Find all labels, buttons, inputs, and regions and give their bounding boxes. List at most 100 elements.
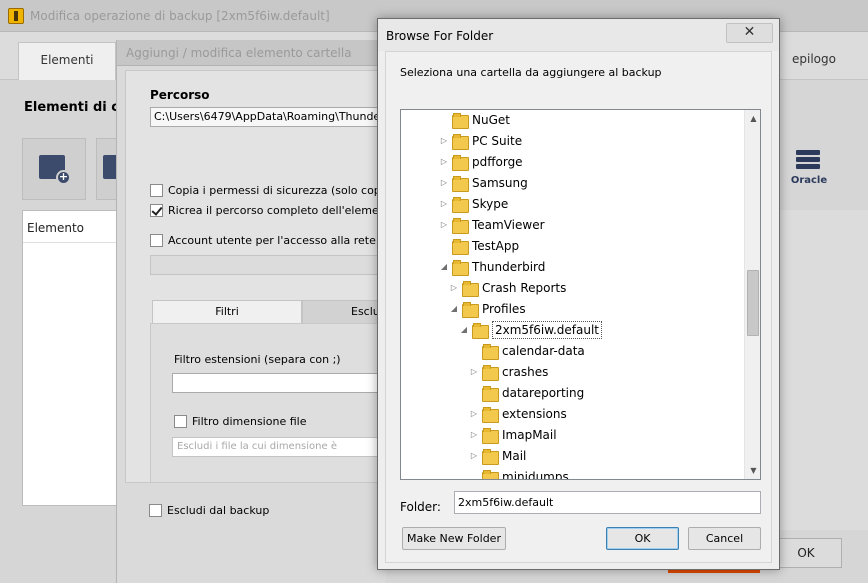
- folder-icon: [472, 323, 489, 339]
- expand-arrow-icon[interactable]: ▷: [469, 451, 479, 461]
- tree-item[interactable]: ▷ Skype: [401, 194, 744, 215]
- add-folder-button[interactable]: +: [22, 138, 86, 200]
- network-account-row[interactable]: Account utente per l'accesso alla rete: [150, 234, 376, 252]
- tree-item[interactable]: ▷ extensions: [401, 404, 744, 425]
- tree-item-label: calendar-data: [502, 344, 585, 358]
- tree-item-label: Mail: [502, 449, 527, 463]
- folder-icon: [452, 155, 469, 171]
- expand-arrow-icon[interactable]: ▷: [469, 409, 479, 419]
- tree-item[interactable]: ▷ TeamViewer: [401, 215, 744, 236]
- folder-icon: [482, 407, 499, 423]
- folder-icon: [482, 470, 499, 479]
- expand-arrow-icon[interactable]: ▷: [439, 157, 449, 167]
- tree-item[interactable]: minidumps: [401, 467, 744, 479]
- path-input[interactable]: C:\Users\6479\AppData\Roaming\Thunderbir…: [150, 107, 388, 127]
- main-ok-button[interactable]: OK: [770, 538, 842, 568]
- tree-item-label: NuGet: [472, 113, 510, 127]
- filter-tabs: Filtri Esclu: [152, 300, 388, 325]
- network-account-checkbox[interactable]: [150, 234, 163, 247]
- tree-item[interactable]: datareporting: [401, 383, 744, 404]
- tree-item-label: datareporting: [502, 386, 585, 400]
- size-filter-checkbox[interactable]: [174, 415, 187, 428]
- oracle-label: Oracle: [790, 175, 828, 186]
- tree-item[interactable]: ▷ Mail: [401, 446, 744, 467]
- path-label: Percorso: [150, 88, 210, 102]
- tree-item-label: PC Suite: [472, 134, 523, 148]
- copy-permissions-checkbox[interactable]: [150, 184, 163, 197]
- folder-icon: [452, 176, 469, 192]
- expand-arrow-icon[interactable]: ▷: [439, 199, 449, 209]
- network-account-input[interactable]: [150, 255, 388, 275]
- collapse-arrow-icon[interactable]: ◢: [449, 304, 459, 314]
- folder-tree[interactable]: NuGet ▷ PC Suite ▷ pdfforge ▷ Samsung ▷ Skype ▷ Te…: [400, 109, 761, 480]
- extension-filter-input[interactable]: [172, 373, 388, 393]
- scroll-thumb[interactable]: [747, 270, 759, 336]
- edit-dialog-title: Aggiungi / modifica elemento cartella: [126, 46, 352, 60]
- expand-arrow-icon[interactable]: ▷: [449, 283, 459, 293]
- expand-arrow-icon[interactable]: ▷: [439, 178, 449, 188]
- element-list[interactable]: Elemento: [22, 210, 122, 506]
- folder-icon: [482, 344, 499, 360]
- element-list-header[interactable]: Elemento: [23, 211, 121, 243]
- tree-item[interactable]: ◢ 2xm5f6iw.default: [401, 320, 744, 341]
- collapse-arrow-icon[interactable]: ◢: [439, 262, 449, 272]
- tree-item[interactable]: ▷ Samsung: [401, 173, 744, 194]
- folder-icon: [452, 239, 469, 255]
- scroll-up-arrow-icon[interactable]: ▲: [745, 110, 760, 127]
- collapse-arrow-icon[interactable]: ◢: [459, 325, 469, 335]
- edit-dialog-footer: Escludi dal backup: [125, 486, 387, 530]
- tab-elementi[interactable]: Elementi: [18, 42, 116, 80]
- tree-item-label: Profiles: [482, 302, 526, 316]
- exclude-backup-row[interactable]: Escludi dal backup: [149, 504, 269, 522]
- tree-item[interactable]: TestApp: [401, 236, 744, 257]
- tree-item[interactable]: ▷ pdfforge: [401, 152, 744, 173]
- tree-item[interactable]: calendar-data: [401, 341, 744, 362]
- tree-item[interactable]: ▷ PC Suite: [401, 131, 744, 152]
- browse-description: Seleziona una cartella da aggiungere al …: [400, 66, 662, 79]
- recreate-path-checkbox[interactable]: [150, 204, 163, 217]
- size-filter-input[interactable]: Escludi i file la cui dimensione è: [172, 437, 388, 457]
- folder-icon: [462, 302, 479, 318]
- folder-icon: [452, 197, 469, 213]
- cancel-button[interactable]: Cancel: [688, 527, 761, 550]
- folder-name-input[interactable]: 2xm5f6iw.default: [454, 491, 761, 514]
- folder-icon: [482, 365, 499, 381]
- ok-button[interactable]: OK: [606, 527, 679, 550]
- make-new-folder-button[interactable]: Make New Folder: [402, 527, 506, 550]
- size-filter-row[interactable]: Filtro dimensione file: [174, 415, 306, 433]
- close-icon: ✕: [743, 24, 756, 40]
- filter-panel: [150, 323, 388, 483]
- folder-icon: [462, 281, 479, 297]
- tab-filtri[interactable]: Filtri: [152, 300, 302, 325]
- tree-item[interactable]: ◢ Profiles: [401, 299, 744, 320]
- tree-item-label: pdfforge: [472, 155, 523, 169]
- oracle-button[interactable]: Oracle: [784, 138, 834, 200]
- edit-dialog-titlebar: Aggiungi / modifica elemento cartella: [117, 40, 386, 66]
- tree-item-label: TestApp: [472, 239, 520, 253]
- tab-esclusi[interactable]: Esclu: [302, 300, 388, 324]
- tree-item[interactable]: ▷ crashes: [401, 362, 744, 383]
- expand-arrow-icon[interactable]: ▷: [439, 220, 449, 230]
- tree-item-label: Thunderbird: [472, 260, 546, 274]
- expand-arrow-icon[interactable]: ▷: [469, 367, 479, 377]
- tree-item[interactable]: ▷ ImapMail: [401, 425, 744, 446]
- network-account-label: Account utente per l'accesso alla rete: [168, 234, 376, 247]
- folder-tree-items: NuGet ▷ PC Suite ▷ pdfforge ▷ Samsung ▷ Skype ▷ Te…: [401, 110, 744, 479]
- browse-dialog-titlebar: Browse For Folder ✕: [378, 19, 779, 51]
- exclude-backup-checkbox[interactable]: [149, 504, 162, 517]
- expand-arrow-icon[interactable]: ▷: [469, 430, 479, 440]
- close-button[interactable]: ✕: [726, 23, 773, 43]
- tree-item[interactable]: ◢ Thunderbird: [401, 257, 744, 278]
- tree-item-label: minidumps: [502, 470, 569, 479]
- tree-scrollbar[interactable]: ▲ ▼: [744, 110, 760, 479]
- scroll-down-arrow-icon[interactable]: ▼: [745, 462, 760, 479]
- database-icon: [796, 150, 820, 172]
- expand-arrow-icon[interactable]: ▷: [439, 136, 449, 146]
- folder-icon: [482, 449, 499, 465]
- folder-icon: [452, 113, 469, 129]
- tree-item[interactable]: ▷ Crash Reports: [401, 278, 744, 299]
- browse-dialog-body: Seleziona una cartella da aggiungere al …: [385, 51, 772, 563]
- tree-item-label: TeamViewer: [472, 218, 545, 232]
- tree-item[interactable]: NuGet: [401, 110, 744, 131]
